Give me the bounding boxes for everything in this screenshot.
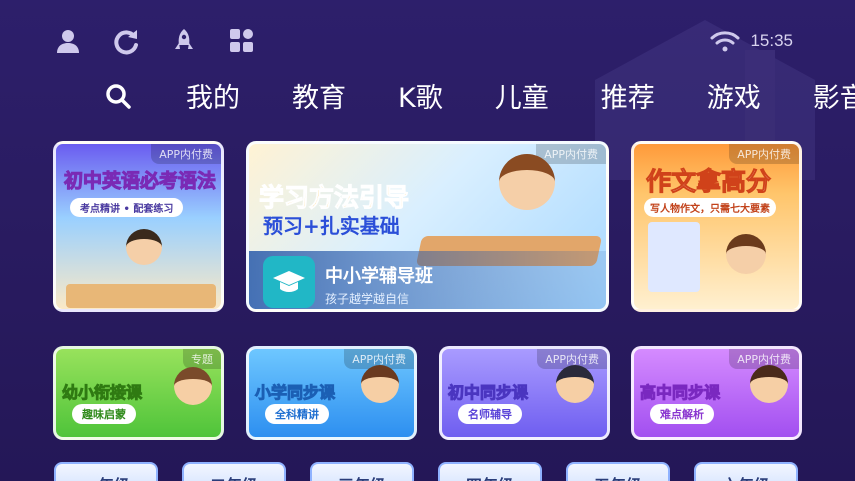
course-card-senior-sync[interactable]: APP内付费 高中同步课 难点解析 — [631, 346, 802, 440]
child-illustration — [750, 365, 788, 403]
grade-button-4[interactable]: 四年级 — [438, 462, 542, 481]
card-tagline: 考点精讲 • 配套练习 — [70, 198, 184, 217]
card-name: 中小学辅导班 — [325, 266, 433, 287]
student-illustration — [499, 154, 555, 210]
notebook-illustration — [648, 222, 700, 292]
card-tagline: 写人物作文，只需七大要素 — [644, 198, 776, 217]
student-illustration — [726, 234, 766, 274]
paid-badge: APP内付费 — [729, 144, 799, 164]
desk-illustration — [66, 284, 216, 308]
tab-karaoke[interactable]: K歌 — [398, 76, 443, 115]
card-title: 作文拿高分 — [645, 167, 772, 197]
tab-recommend[interactable]: 推荐 — [601, 76, 655, 115]
status-bar: 15:35 — [710, 30, 793, 52]
card-tagline: 难点解析 — [650, 404, 714, 424]
course-card-tutoring[interactable]: APP内付费 学习方法引导 预习+扎实基础 中小学辅导班 孩子越学越自信 — [246, 141, 609, 312]
rocket-icon[interactable] — [169, 26, 199, 56]
student-illustration — [126, 229, 162, 265]
card-title: 幼小衔接课 — [61, 383, 143, 403]
card-title: 高中同步课 — [639, 383, 721, 403]
card-tagline: 名师辅导 — [458, 404, 522, 424]
card-title: 初中英语必考语法 — [63, 170, 217, 193]
paid-badge: APP内付费 — [151, 144, 221, 164]
paid-badge: APP内付费 — [536, 144, 606, 164]
tab-mine[interactable]: 我的 — [186, 76, 240, 115]
card-tagline: 全科精讲 — [265, 404, 329, 424]
clock: 15:35 — [750, 31, 793, 50]
tab-games[interactable]: 游戏 — [707, 76, 761, 115]
card-title: 初中同步课 — [447, 383, 529, 403]
course-card-primary-sync[interactable]: APP内付费 小学同步课 全科精讲 — [246, 346, 417, 440]
wifi-icon — [710, 31, 740, 52]
refresh-icon[interactable] — [111, 26, 141, 56]
top-icon-bar — [53, 26, 285, 56]
grade-button-5[interactable]: 五年级 — [566, 462, 670, 481]
grade-button-6[interactable]: 六年级 — [694, 462, 798, 481]
card-tagline: 趣味启蒙 — [72, 404, 136, 424]
card-title-line2: 预习+扎实基础 — [263, 214, 400, 238]
search-icon[interactable] — [104, 82, 132, 110]
course-card-junior-sync[interactable]: APP内付费 初中同步课 名师辅导 — [439, 346, 610, 440]
graduation-cap-icon — [263, 256, 315, 308]
card-title: 小学同步课 — [254, 383, 336, 403]
user-icon[interactable] — [53, 26, 83, 56]
tab-video[interactable]: 影音 — [813, 76, 855, 115]
child-illustration — [361, 365, 399, 403]
tab-kids[interactable]: 儿童 — [495, 76, 549, 115]
course-card-preschool[interactable]: 专题 幼小衔接课 趣味启蒙 — [53, 346, 224, 440]
apps-grid-icon[interactable] — [227, 26, 257, 56]
child-illustration — [174, 367, 212, 405]
grade-button-1[interactable]: 一年级 — [54, 462, 158, 481]
course-card-composition[interactable]: APP内付费 作文拿高分 写人物作文，只需七大要素 — [631, 141, 802, 312]
child-illustration — [556, 365, 594, 403]
card-title-line1: 学习方法引导 — [258, 183, 410, 213]
card-subtitle: 孩子越学越自信 — [325, 292, 410, 306]
course-card-english-grammar[interactable]: APP内付费 初中英语必考语法 考点精讲 • 配套练习 — [53, 141, 224, 312]
grade-button-2[interactable]: 二年级 — [182, 462, 286, 481]
tab-education[interactable]: 教育 — [292, 76, 346, 115]
topic-badge: 专题 — [183, 349, 221, 369]
grade-button-3[interactable]: 三年级 — [310, 462, 414, 481]
main-nav: 我的 教育 K歌 儿童 推荐 游戏 影音 — [104, 76, 855, 115]
